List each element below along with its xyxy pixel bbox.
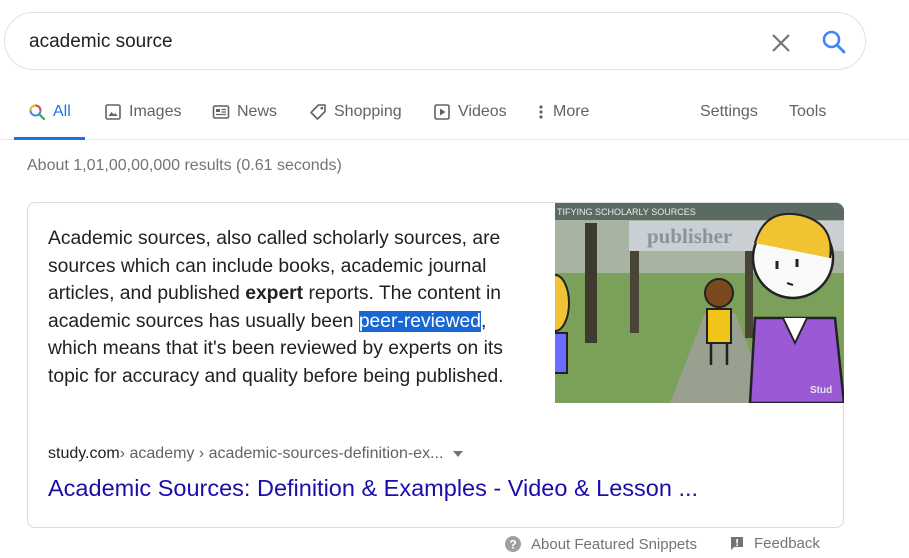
- tab-videos-label: Videos: [458, 103, 507, 120]
- selected-text-highlight: peer-reviewed: [358, 310, 482, 332]
- close-icon: [772, 34, 790, 52]
- tab-more[interactable]: More: [537, 84, 589, 140]
- search-button[interactable]: [820, 28, 848, 56]
- tab-shopping-label: Shopping: [334, 103, 402, 120]
- snippet-text: Academic sources, also called scholarly …: [48, 225, 532, 390]
- feedback-link[interactable]: Feedback: [729, 535, 820, 552]
- clear-search-button[interactable]: [768, 30, 794, 56]
- image-icon: [105, 104, 121, 120]
- svg-text:?: ?: [509, 538, 516, 552]
- feedback-label: Feedback: [754, 535, 820, 552]
- thumbnail-watermark: Stud: [810, 385, 832, 396]
- play-icon: [434, 104, 450, 120]
- about-featured-snippets-label: About Featured Snippets: [531, 535, 697, 553]
- search-icon: [822, 30, 846, 54]
- tab-shopping[interactable]: Shopping: [309, 84, 402, 140]
- tools-link[interactable]: Tools: [789, 84, 826, 140]
- newspaper-icon: [212, 105, 230, 119]
- tab-news[interactable]: News: [212, 84, 277, 140]
- tab-videos[interactable]: Videos: [433, 84, 507, 140]
- help-icon: ?: [505, 536, 521, 552]
- breadcrumb-path: › academy › academic-sources-definition-…: [119, 445, 444, 462]
- snippet-thumbnail[interactable]: TIFYING SCHOLARLY SOURCES publisher Stud: [555, 203, 844, 403]
- breadcrumb: study.com › academy › academic-sources-d…: [48, 445, 464, 463]
- tab-images-label: Images: [129, 103, 182, 120]
- search-input[interactable]: [29, 27, 729, 57]
- multicolor-search-icon: [29, 104, 46, 121]
- tab-more-label: More: [553, 103, 590, 120]
- settings-label: Settings: [700, 103, 758, 120]
- thumbnail-banner-text: TIFYING SCHOLARLY SOURCES: [557, 207, 696, 217]
- breadcrumb-domain: study.com: [48, 445, 120, 462]
- settings-link[interactable]: Settings: [700, 84, 758, 140]
- search-box[interactable]: [4, 12, 866, 70]
- snippet-bold-term: expert: [245, 283, 304, 304]
- result-title-link[interactable]: Academic Sources: Definition & Examples …: [48, 475, 698, 502]
- feedback-icon: [731, 536, 743, 550]
- caret-down-icon[interactable]: [453, 451, 464, 457]
- about-featured-snippets-link[interactable]: ? About Featured Snippets: [504, 535, 697, 553]
- tag-icon: [310, 104, 326, 120]
- result-stats: About 1,01,00,00,000 results (0.61 secon…: [27, 157, 342, 174]
- more-vertical-icon: [539, 105, 543, 119]
- tab-all[interactable]: All: [14, 84, 85, 140]
- tab-all-label: All: [53, 103, 71, 120]
- tools-label: Tools: [789, 103, 827, 120]
- tab-news-label: News: [237, 103, 278, 120]
- cartoon-thumbnail-image: TIFYING SCHOLARLY SOURCES publisher Stud: [555, 203, 844, 403]
- thumbnail-board-word: publisher: [647, 224, 732, 248]
- search-tabs: All Images News Shopping Videos More Set…: [0, 84, 909, 140]
- tab-images[interactable]: Images: [104, 84, 181, 140]
- featured-snippet: Academic sources, also called scholarly …: [27, 202, 844, 528]
